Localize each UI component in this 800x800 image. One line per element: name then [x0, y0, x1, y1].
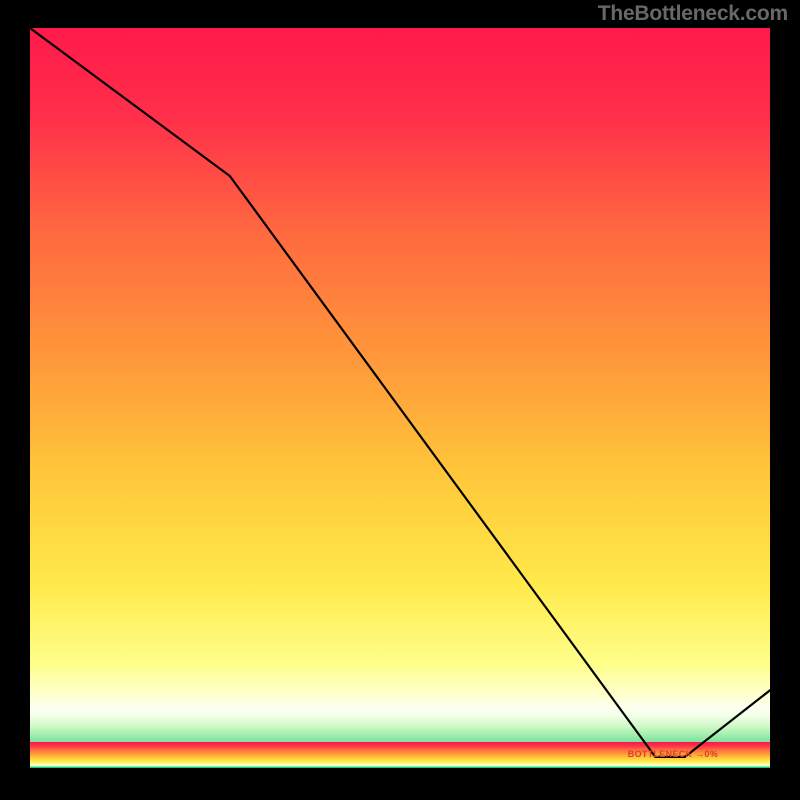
bottleneck-percent-label: BOTTLENECK →0% [628, 749, 718, 759]
watermark-text: TheBottleneck.com [598, 2, 788, 26]
plot-area [30, 28, 770, 768]
chart-stage: TheBottleneck.com BOTTLENECK →0% [0, 0, 800, 800]
